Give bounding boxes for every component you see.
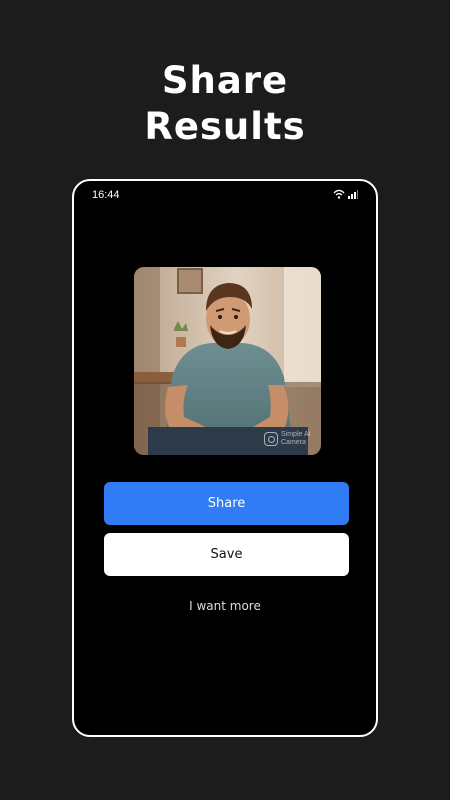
- status-time: 16:44: [92, 189, 120, 201]
- promo-page: Share Results 16:44 Simple AI Camera Sha…: [0, 0, 450, 800]
- share-button[interactable]: Share: [104, 482, 349, 525]
- instagram-icon: [264, 432, 278, 446]
- wifi-icon: [333, 189, 345, 199]
- title-line-1: Share: [161, 59, 289, 102]
- i-want-more-link[interactable]: I want more: [74, 599, 376, 613]
- save-button[interactable]: Save: [104, 533, 349, 576]
- status-icons: [333, 189, 358, 199]
- watermark: Simple AI Camera: [264, 431, 315, 447]
- page-title: Share Results: [0, 58, 450, 150]
- signal-icon: [348, 189, 358, 199]
- result-portrait-image: Simple AI Camera: [134, 267, 321, 455]
- phone-frame: 16:44 Simple AI Camera Share Save I want…: [72, 179, 378, 737]
- watermark-text: Simple AI Camera: [281, 431, 311, 446]
- title-line-2: Results: [144, 105, 306, 148]
- status-bar: 16:44: [92, 189, 358, 205]
